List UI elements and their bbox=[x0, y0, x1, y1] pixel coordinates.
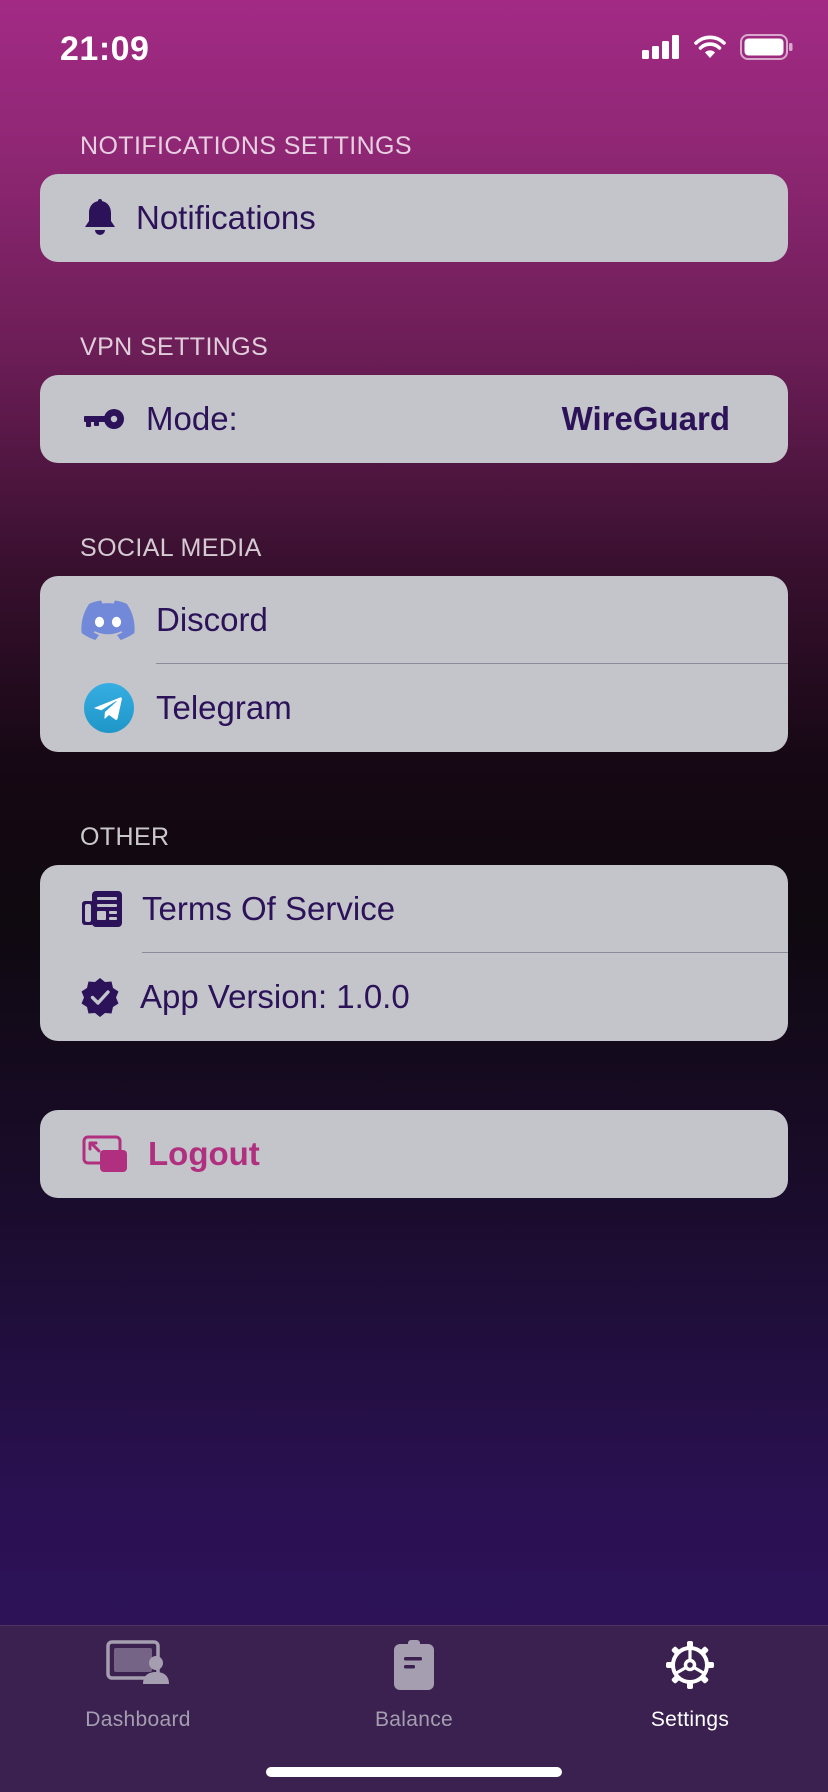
telegram-icon bbox=[84, 683, 134, 733]
logout-group: Logout bbox=[40, 1110, 788, 1198]
home-indicator[interactable] bbox=[266, 1767, 562, 1777]
newspaper-icon bbox=[82, 889, 122, 929]
clipboard-icon bbox=[393, 1640, 435, 1695]
vpn-mode-row[interactable]: Mode: WireGuard bbox=[40, 375, 788, 463]
section-title-notifications: NOTIFICATIONS SETTINGS bbox=[80, 132, 412, 160]
tab-settings[interactable]: Settings bbox=[552, 1626, 828, 1746]
status-bar: 21:09 bbox=[0, 0, 828, 100]
settings-gear-icon bbox=[665, 1640, 715, 1695]
logout-icon bbox=[82, 1134, 128, 1174]
battery-icon bbox=[740, 34, 794, 65]
notifications-row[interactable]: Notifications bbox=[40, 174, 788, 262]
tab-dashboard-label: Dashboard bbox=[85, 1708, 191, 1731]
tab-dashboard[interactable]: Dashboard bbox=[0, 1626, 276, 1746]
logout-button[interactable]: Logout bbox=[40, 1110, 788, 1198]
tab-settings-label: Settings bbox=[650, 1708, 730, 1731]
section-title-other: OTHER bbox=[80, 823, 170, 851]
app-version-label: App Version: 1.0.0 bbox=[140, 978, 410, 1015]
vpn-group: Mode: WireGuard bbox=[40, 375, 788, 463]
bell-icon bbox=[80, 198, 120, 238]
terms-row[interactable]: Terms Of Service bbox=[40, 865, 788, 953]
vpn-mode-value[interactable]: WireGuard bbox=[562, 400, 730, 438]
logout-label: Logout bbox=[148, 1135, 260, 1172]
terms-label: Terms Of Service bbox=[142, 890, 396, 927]
status-time: 21:09 bbox=[60, 30, 150, 68]
signal-icon bbox=[642, 35, 680, 64]
discord-label: Discord bbox=[156, 601, 268, 638]
dashboard-icon bbox=[106, 1640, 170, 1691]
tab-bar: Dashboard Balance Settings bbox=[0, 1625, 828, 1792]
discord-row[interactable]: Discord bbox=[40, 576, 788, 664]
key-icon bbox=[82, 404, 126, 434]
vpn-mode-label: Mode: bbox=[146, 400, 238, 437]
telegram-label: Telegram bbox=[156, 689, 292, 726]
tab-balance-label: Balance bbox=[375, 1708, 453, 1731]
app-version-row: App Version: 1.0.0 bbox=[40, 953, 788, 1041]
other-group: Terms Of Service App Version: 1.0.0 bbox=[40, 865, 788, 1041]
wifi-icon bbox=[694, 35, 726, 64]
notifications-label: Notifications bbox=[136, 199, 316, 236]
tab-balance[interactable]: Balance bbox=[276, 1626, 552, 1746]
social-group: Discord Telegram bbox=[40, 576, 788, 752]
section-title-social: SOCIAL MEDIA bbox=[80, 534, 262, 562]
status-icons bbox=[642, 34, 794, 65]
discord-icon bbox=[80, 598, 136, 642]
verified-badge-icon bbox=[80, 977, 120, 1017]
section-title-vpn: VPN SETTINGS bbox=[80, 333, 269, 361]
telegram-row[interactable]: Telegram bbox=[40, 664, 788, 752]
notifications-group: Notifications bbox=[40, 174, 788, 262]
